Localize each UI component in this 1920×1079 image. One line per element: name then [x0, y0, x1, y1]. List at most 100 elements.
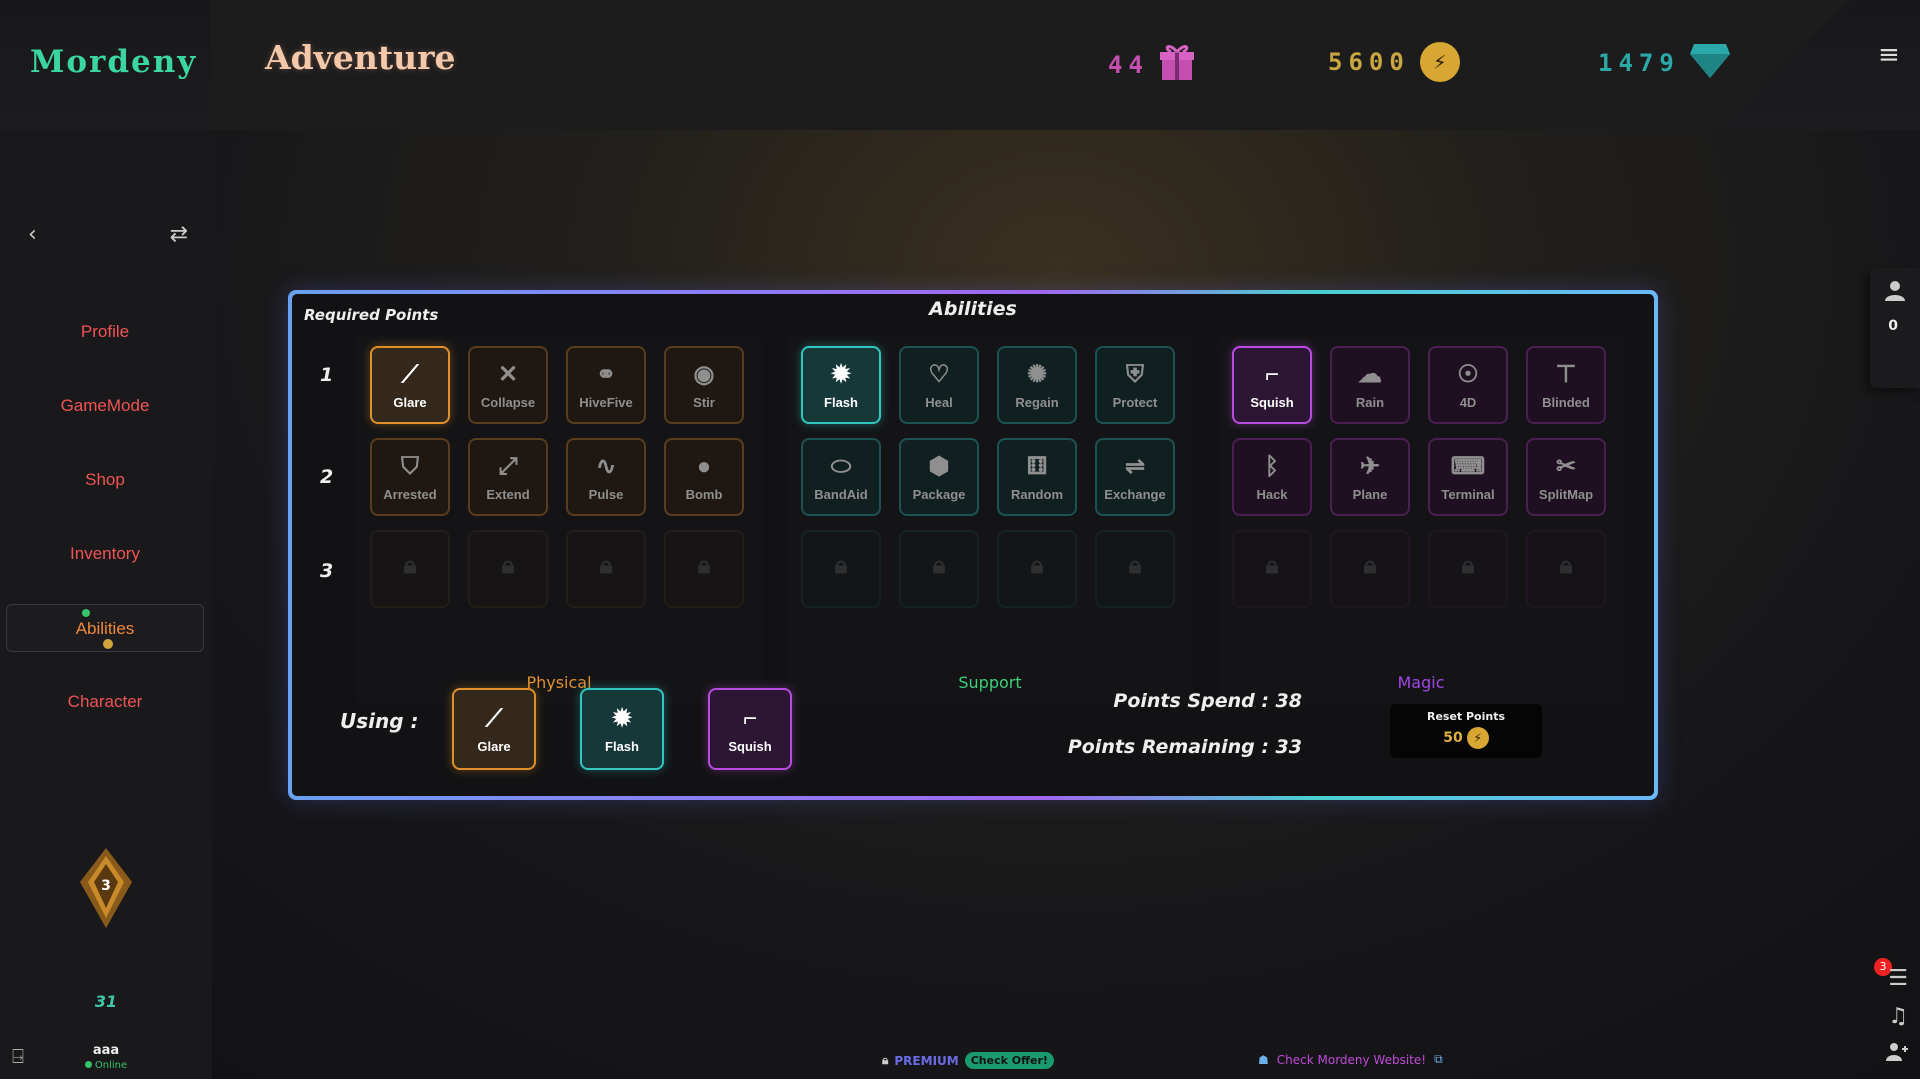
hive-icon: ⚭	[595, 360, 617, 388]
ability-label: Squish	[1250, 394, 1294, 410]
ability-label: Exchange	[1104, 486, 1166, 502]
locked-slot: 🔒︎	[801, 530, 881, 608]
ability-label: Flash	[824, 394, 858, 410]
bandaid-icon: ⬭	[830, 452, 852, 480]
gem-icon	[1689, 42, 1730, 84]
ability-random[interactable]: ⚅ Random	[997, 438, 1077, 516]
ability-plane[interactable]: ✈ Plane	[1330, 438, 1410, 516]
mascot-icon: ☗	[1258, 1052, 1269, 1067]
lock-icon: 🔒︎	[1265, 552, 1279, 579]
ability-extend[interactable]: ⤢ Extend	[468, 438, 548, 516]
ability-splitmap[interactable]: ✂ SplitMap	[1526, 438, 1606, 516]
coin-counter[interactable]: 5600 ⚡	[1328, 42, 1460, 82]
reset-cost-value: 50	[1443, 730, 1463, 746]
sidebar-item-gamemode[interactable]: GameMode	[6, 382, 204, 430]
reset-points-button[interactable]: Reset Points 50 ⚡	[1390, 704, 1542, 758]
ability-heal[interactable]: ♡ Heal	[899, 346, 979, 424]
ability-blinded[interactable]: ⊤ Blinded	[1526, 346, 1606, 424]
ability-bandaid[interactable]: ⬭ BandAid	[801, 438, 881, 516]
ability-label: Random	[1011, 486, 1063, 502]
glare-icon: ⟋	[401, 360, 419, 388]
premium-banner[interactable]: 🔒︎ PREMIUM Check Offer!	[882, 1052, 1054, 1069]
ability-glare[interactable]: ⟋ Glare	[370, 346, 450, 424]
locked-slot: 🔒︎	[997, 530, 1077, 608]
check-offer-button[interactable]: Check Offer!	[964, 1052, 1054, 1069]
gem-counter[interactable]: 1479	[1598, 42, 1730, 84]
reset-cost: 50 ⚡	[1443, 727, 1489, 749]
lock-icon: 🔒︎	[501, 552, 515, 579]
sidebar-item-shop[interactable]: Shop	[6, 456, 204, 504]
ability-label: Hack	[1256, 486, 1288, 502]
lock-icon: 🔒︎	[697, 552, 711, 579]
ability-label: BandAid	[814, 486, 868, 502]
lock-icon: 🔒︎	[1128, 552, 1142, 579]
status-dot	[84, 1061, 92, 1068]
equipped-flash[interactable]: ✹ Flash	[580, 688, 664, 770]
ability-hack[interactable]: ᛒ Hack	[1232, 438, 1312, 516]
ability-label: Package	[912, 486, 966, 502]
ability-exchange[interactable]: ⇌ Exchange	[1095, 438, 1175, 516]
points-remaining: Points Remaining : 33	[1067, 736, 1302, 758]
ability-rain[interactable]: ☁ Rain	[1330, 346, 1410, 424]
ability-label: Glare	[477, 738, 511, 754]
list-icon[interactable]: ☰	[1888, 966, 1908, 991]
gift-counter[interactable]: 44	[1108, 42, 1195, 88]
hamburger-menu-icon[interactable]: ≡	[1878, 40, 1902, 70]
ability-label: Arrested	[383, 486, 437, 502]
ability-label: Stir	[693, 394, 715, 410]
ability-label: Plane	[1352, 486, 1388, 502]
ability-label: HiveFive	[579, 394, 633, 410]
ability-arrested[interactable]: ⛉ Arrested	[370, 438, 450, 516]
cloud-icon: ☁	[1358, 360, 1382, 388]
ability-pulse[interactable]: ∿ Pulse	[566, 438, 646, 516]
app-logo[interactable]: Mordeny	[30, 44, 197, 80]
reset-label: Reset Points	[1426, 710, 1506, 723]
ability-protect[interactable]: ⛨ Protect	[1095, 346, 1175, 424]
ability-package[interactable]: ⬢ Package	[899, 438, 979, 516]
website-link[interactable]: ☗ Check Mordeny Website! ⧉	[1258, 1052, 1443, 1067]
squish-icon: ⌐	[1264, 360, 1279, 388]
ability-hivefive[interactable]: ⚭ HiveFive	[566, 346, 646, 424]
equipped-glare[interactable]: ⟋ Glare	[452, 688, 536, 770]
ability-squish[interactable]: ⌐ Squish	[1232, 346, 1312, 424]
gem-count: 1479	[1598, 49, 1680, 77]
ability-regain[interactable]: ✺ Regain	[997, 346, 1077, 424]
friends-icon[interactable]	[1884, 280, 1906, 308]
swap-icon[interactable]: ⇄	[170, 222, 188, 247]
add-friend-icon[interactable]	[1886, 1042, 1908, 1068]
ability-label: Flash	[605, 738, 639, 754]
ability-collapse[interactable]: ✕ Collapse	[468, 346, 548, 424]
equipped-squish[interactable]: ⌐ Squish	[708, 688, 792, 770]
package-icon: ⬢	[928, 452, 950, 480]
ability-label: Regain	[1015, 394, 1059, 410]
sidebar-item-abilities[interactable]: Abilities	[6, 604, 204, 652]
ability-label: SplitMap	[1538, 486, 1594, 502]
lock-icon: 🔒︎	[1030, 552, 1044, 579]
chevron-left-icon[interactable]: ‹	[28, 222, 37, 247]
ability-bomb[interactable]: ● Bomb	[664, 438, 744, 516]
sidebar-item-inventory[interactable]: Inventory	[6, 530, 204, 578]
lock-icon: 🔒︎	[882, 1053, 889, 1067]
ability-label: 4D	[1459, 394, 1477, 410]
lock-icon: 🔒︎	[1363, 552, 1377, 579]
physical-group: ⟋ Glare ✕ Collapse ⚭ HiveFive ◉ Stir ⛉ Arrest…	[356, 334, 762, 704]
ability-4d[interactable]: ☉ 4D	[1428, 346, 1508, 424]
abilities-panel-body: Required Points Abilities 1 2 3 ⟋ Glare ✕…	[292, 294, 1654, 796]
page-title: Adventure	[265, 38, 456, 77]
ability-stir[interactable]: ◉ Stir	[664, 346, 744, 424]
ability-flash[interactable]: ✹ Flash	[801, 346, 881, 424]
pulse-icon: ∿	[595, 452, 617, 480]
glare-icon: ⟋	[485, 704, 503, 732]
coin-icon: ⚡	[1419, 42, 1460, 82]
music-icon[interactable]: ♫	[1888, 1004, 1908, 1029]
ability-label: Rain	[1355, 394, 1385, 410]
ability-terminal[interactable]: ⌨ Terminal	[1428, 438, 1508, 516]
locked-slot: 🔒︎	[1526, 530, 1606, 608]
sidebar-item-profile[interactable]: Profile	[6, 308, 204, 356]
dice-icon: ⚅	[1026, 452, 1048, 480]
ability-label: Terminal	[1441, 486, 1495, 502]
group-label-physical: Physical	[526, 673, 592, 692]
ability-label: Extend	[486, 486, 530, 502]
gift-count: 44	[1108, 51, 1149, 79]
sidebar-item-character[interactable]: Character	[6, 678, 204, 726]
